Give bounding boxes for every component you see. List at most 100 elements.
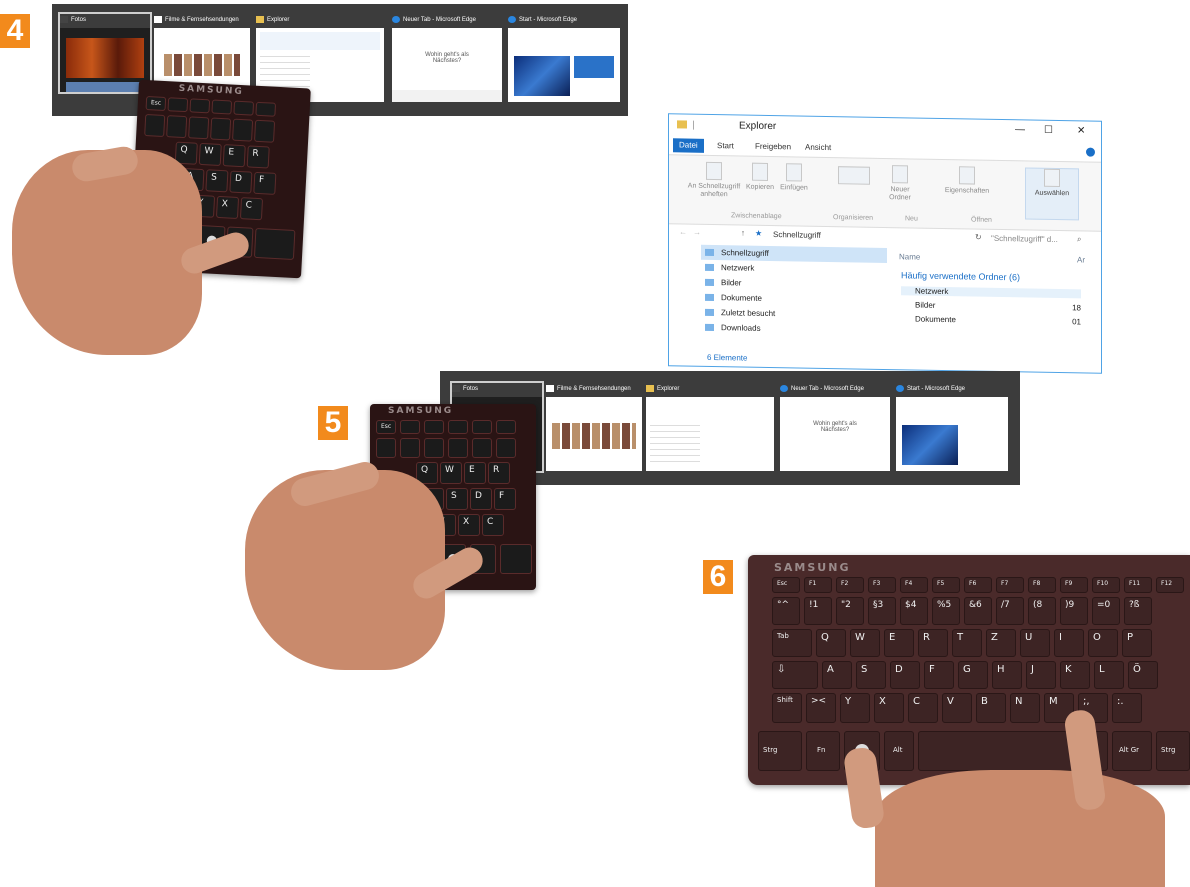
key-f1[interactable]: F1: [804, 577, 832, 593]
key-r[interactable]: R: [918, 629, 948, 657]
search-icon[interactable]: ⌕: [1077, 234, 1081, 244]
key-f6[interactable]: F6: [964, 577, 992, 593]
key-f5[interactable]: F5: [932, 577, 960, 593]
key-e[interactable]: E: [884, 629, 914, 657]
key-o[interactable]: O: [1088, 629, 1118, 657]
key-s[interactable]: S: [446, 488, 468, 510]
quick-access-toolbar[interactable]: [693, 120, 734, 131]
key[interactable]: [232, 118, 254, 142]
key-w[interactable]: W: [198, 142, 222, 167]
column-header-extra[interactable]: Ar: [1077, 255, 1085, 264]
maximize-button[interactable]: ☐: [1044, 125, 1053, 136]
key-c[interactable]: C: [239, 197, 264, 221]
switcher-thumb-edge-newtab[interactable]: Neuer Tab - Microsoft Edge Wohin geht's …: [392, 14, 502, 102]
key-altgr[interactable]: Alt Gr: [1112, 731, 1152, 771]
key-e[interactable]: E: [464, 462, 486, 484]
tab-datei[interactable]: Datei: [673, 138, 704, 153]
key[interactable]: [496, 420, 516, 434]
key-h[interactable]: H: [992, 661, 1022, 689]
key-z[interactable]: Z: [986, 629, 1016, 657]
key-b[interactable]: B: [976, 693, 1006, 723]
key-f[interactable]: F: [253, 171, 277, 195]
group-header[interactable]: Häufig verwendete Ordner (6): [901, 270, 1020, 282]
key[interactable]: [424, 438, 444, 458]
key-8[interactable]: (8: [1028, 597, 1056, 625]
key[interactable]: [233, 100, 255, 116]
key-w[interactable]: W: [850, 629, 880, 657]
list-item[interactable]: Netzwerk: [901, 286, 1081, 299]
key-esc[interactable]: Esc: [145, 96, 167, 112]
key[interactable]: [400, 438, 420, 458]
key[interactable]: [210, 117, 232, 141]
key-f4[interactable]: F4: [900, 577, 928, 593]
key-fn[interactable]: Fn: [806, 731, 840, 771]
key-f8[interactable]: F8: [1028, 577, 1056, 593]
key[interactable]: [400, 420, 420, 434]
key-7[interactable]: /7: [996, 597, 1024, 625]
key-x[interactable]: X: [458, 514, 480, 536]
minimize-button[interactable]: —: [1015, 124, 1025, 135]
organize-buttons[interactable]: [829, 166, 879, 188]
paste-button[interactable]: Einfügen: [777, 163, 811, 193]
key-j[interactable]: J: [1026, 661, 1056, 689]
key[interactable]: [167, 97, 189, 113]
switcher-thumb-edge-start[interactable]: Start - Microsoft Edge: [896, 383, 1008, 471]
help-icon[interactable]: [1086, 147, 1095, 157]
key-q[interactable]: Q: [816, 629, 846, 657]
switcher-thumb-fotos[interactable]: Fotos: [58, 12, 152, 94]
key-p[interactable]: P: [1122, 629, 1152, 657]
key-ctrl-right[interactable]: Strg: [1156, 731, 1190, 771]
key-i[interactable]: I: [1054, 629, 1084, 657]
key-u[interactable]: U: [1020, 629, 1050, 657]
key-x[interactable]: X: [215, 195, 240, 219]
key[interactable]: [448, 420, 468, 434]
key-esc[interactable]: Esc: [376, 420, 396, 434]
key-f11[interactable]: F11: [1124, 577, 1152, 593]
key-f9[interactable]: F9: [1060, 577, 1088, 593]
key-4[interactable]: $4: [900, 597, 928, 625]
key-c[interactable]: C: [482, 514, 504, 536]
key-space[interactable]: [253, 227, 296, 260]
key[interactable]: [166, 115, 188, 139]
key-d[interactable]: D: [890, 661, 920, 689]
key-f12[interactable]: F12: [1156, 577, 1184, 593]
key[interactable]: [189, 98, 211, 114]
copy-button[interactable]: Kopieren: [743, 162, 777, 193]
key-n[interactable]: N: [1010, 693, 1040, 723]
select-button[interactable]: Auswählen: [1025, 167, 1079, 221]
key-x[interactable]: X: [874, 693, 904, 723]
key[interactable]: [188, 116, 210, 140]
column-header-name[interactable]: Name: [899, 252, 920, 261]
key-6[interactable]: &6: [964, 597, 992, 625]
key[interactable]: [144, 114, 166, 138]
key-f7[interactable]: F7: [996, 577, 1024, 593]
key[interactable]: [253, 119, 276, 143]
pin-quick-access-button[interactable]: An Schnellzugriff anheften: [679, 161, 749, 199]
key-f3[interactable]: F3: [868, 577, 896, 593]
list-item[interactable]: Bilder 18: [901, 300, 1091, 313]
new-folder-button[interactable]: Neuer Ordner: [883, 165, 917, 203]
key-period[interactable]: :.: [1112, 693, 1142, 723]
switcher-thumb-edge-start[interactable]: Start - Microsoft Edge: [508, 14, 620, 102]
search-input[interactable]: "Schnellzugriff" d...: [991, 234, 1058, 244]
key[interactable]: [472, 420, 492, 434]
back-icon[interactable]: ←: [679, 227, 687, 236]
key-sz[interactable]: ?ß: [1124, 597, 1152, 625]
tab-ansicht[interactable]: Ansicht: [799, 140, 837, 155]
key-3[interactable]: §3: [868, 597, 896, 625]
key-9[interactable]: )9: [1060, 597, 1088, 625]
key[interactable]: [472, 438, 492, 458]
forward-icon[interactable]: →: [693, 228, 701, 237]
key[interactable]: [448, 438, 468, 458]
key-v[interactable]: V: [942, 693, 972, 723]
close-button[interactable]: ✕: [1077, 125, 1085, 136]
key-f2[interactable]: F2: [836, 577, 864, 593]
key-esc[interactable]: Esc: [772, 577, 800, 593]
key[interactable]: [424, 420, 444, 434]
key-f[interactable]: F: [924, 661, 954, 689]
key-tab[interactable]: Tab: [772, 629, 812, 657]
key-alt[interactable]: Alt: [884, 731, 914, 771]
key-1[interactable]: !1: [804, 597, 832, 625]
key-f10[interactable]: F10: [1092, 577, 1120, 593]
key-l[interactable]: L: [1094, 661, 1124, 689]
